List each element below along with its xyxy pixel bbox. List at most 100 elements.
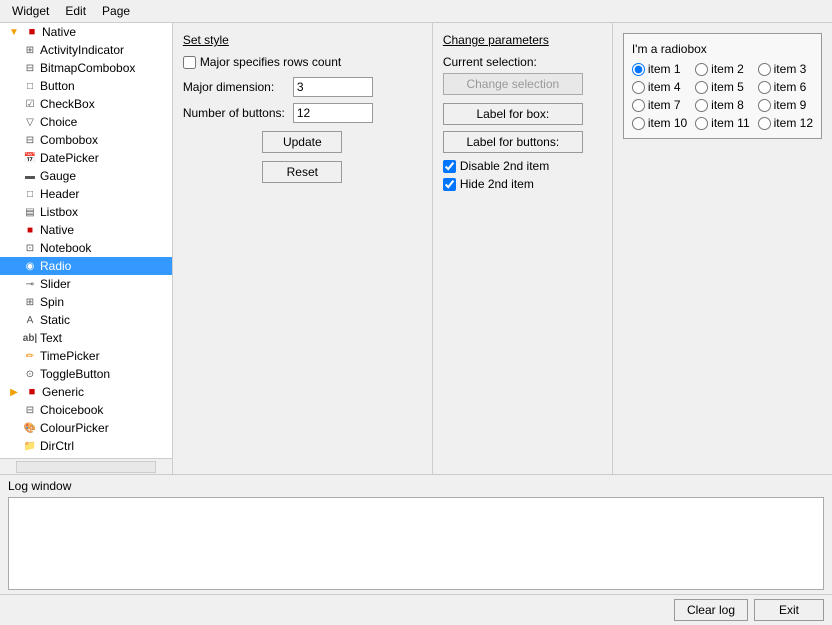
radio-label-10: item 10 [648, 116, 687, 130]
tree-item-datepicker[interactable]: 📅 DatePicker [0, 149, 172, 167]
num-buttons-input[interactable] [293, 103, 373, 123]
radio-item-1: item 1 [632, 62, 687, 76]
tree-item-radio[interactable]: ◉ Radio [0, 257, 172, 275]
tree-item-native-root[interactable]: ▼ ■ Native [0, 23, 172, 41]
menu-edit[interactable]: Edit [57, 2, 94, 20]
tree-scroll[interactable]: ▼ ■ Native ⊞ ActivityIndicator ⊟ BitmapC… [0, 23, 172, 458]
slider-icon: ⊸ [22, 276, 38, 292]
radio-input-4[interactable] [632, 81, 645, 94]
tree-item-generic-root[interactable]: ▶ ■ Generic [0, 383, 172, 401]
radio-item-4: item 4 [632, 80, 687, 94]
major-checkbox[interactable] [183, 56, 196, 69]
timepicker-icon: ✏ [22, 348, 38, 364]
change-selection-button[interactable]: Change selection [443, 73, 583, 95]
choice-icon: ▽ [22, 114, 38, 130]
static-icon: A [22, 312, 38, 328]
tree-item-native[interactable]: ■ Native [0, 221, 172, 239]
tree-item-text[interactable]: ab| Text [0, 329, 172, 347]
radio-item-6: item 6 [758, 80, 813, 94]
listbox-icon: ▤ [22, 204, 38, 220]
top-area: ▼ ■ Native ⊞ ActivityIndicator ⊟ BitmapC… [0, 23, 832, 474]
num-buttons-row: Number of buttons: [183, 103, 422, 123]
tree-item-activityindicator[interactable]: ⊞ ActivityIndicator [0, 41, 172, 59]
major-checkbox-row: Major specifies rows count [183, 55, 422, 69]
radio-input-7[interactable] [632, 99, 645, 112]
tree-item-notebook[interactable]: ⊡ Notebook [0, 239, 172, 257]
tree-item-combobox[interactable]: ⊟ Combobox [0, 131, 172, 149]
radio-input-12[interactable] [758, 117, 771, 130]
tree-item-togglebutton[interactable]: ⊙ ToggleButton [0, 365, 172, 383]
radio-input-9[interactable] [758, 99, 771, 112]
radio-label-11: item 11 [711, 116, 749, 130]
menubar: Widget Edit Page [0, 0, 832, 23]
radio-input-5[interactable] [695, 81, 708, 94]
tree-item-button[interactable]: □ Button [0, 77, 172, 95]
reset-button[interactable]: Reset [262, 161, 342, 183]
label-for-box-button[interactable]: Label for box: [443, 103, 583, 125]
update-button[interactable]: Update [262, 131, 342, 153]
combobox-label: Combobox [40, 133, 98, 147]
radio-icon: ◉ [22, 258, 38, 274]
disable-row: Disable 2nd item [443, 159, 602, 173]
tree-item-timepicker[interactable]: ✏ TimePicker [0, 347, 172, 365]
radiobox-title: I'm a radiobox [632, 42, 813, 56]
log-title: Log window [8, 479, 824, 493]
change-panel-title: Change parameters [443, 33, 602, 47]
tree-item-dirctrl[interactable]: 📁 DirCtrl [0, 437, 172, 455]
tree-item-static[interactable]: A Static [0, 311, 172, 329]
radio-input-11[interactable] [695, 117, 708, 130]
tree-item-header[interactable]: □ Header [0, 185, 172, 203]
tree-item-gauge[interactable]: ▬ Gauge [0, 167, 172, 185]
radio-input-2[interactable] [695, 63, 708, 76]
tree-item-choicebook[interactable]: ⊟ Choicebook [0, 401, 172, 419]
radio-input-1[interactable] [632, 63, 645, 76]
tree-item-spin[interactable]: ⊞ Spin [0, 293, 172, 311]
notebook-label: Notebook [40, 241, 91, 255]
generic-root-icon: ▶ [6, 384, 22, 400]
disable-checkbox[interactable] [443, 160, 456, 173]
main-container: ▼ ■ Native ⊞ ActivityIndicator ⊟ BitmapC… [0, 23, 832, 625]
spin-icon: ⊞ [22, 294, 38, 310]
tree-item-slider[interactable]: ⊸ Slider [0, 275, 172, 293]
generic-root-label: Generic [42, 385, 84, 399]
radio-label-7: item 7 [648, 98, 681, 112]
current-selection-label: Current selection: [443, 55, 602, 69]
radiobox-border: I'm a radiobox item 1 item 2 item 3 [623, 33, 822, 139]
native-root-icon: ▼ [6, 24, 22, 40]
radio-grid: item 1 item 2 item 3 item 4 [632, 62, 813, 130]
tree-item-bitmapcombobox[interactable]: ⊟ BitmapCombobox [0, 59, 172, 77]
hide-checkbox[interactable] [443, 178, 456, 191]
radio-label-8: item 8 [711, 98, 744, 112]
major-dimension-input[interactable] [293, 77, 373, 97]
choicebook-icon: ⊟ [22, 402, 38, 418]
tree-item-choice[interactable]: ▽ Choice [0, 113, 172, 131]
menu-widget[interactable]: Widget [4, 2, 57, 20]
exit-button[interactable]: Exit [754, 599, 824, 621]
radio-item-10: item 10 [632, 116, 687, 130]
menu-page[interactable]: Page [94, 2, 138, 20]
text-icon: ab| [22, 330, 38, 346]
native-icon: ■ [22, 222, 38, 238]
radio-input-10[interactable] [632, 117, 645, 130]
dirctrl-icon: 📁 [22, 438, 38, 454]
button-icon: □ [22, 78, 38, 94]
radio-label-5: item 5 [711, 80, 744, 94]
radio-input-3[interactable] [758, 63, 771, 76]
radio-input-6[interactable] [758, 81, 771, 94]
major-dimension-label: Major dimension: [183, 80, 293, 94]
togglebutton-icon: ⊙ [22, 366, 38, 382]
log-content [8, 497, 824, 590]
activityindicator-label: ActivityIndicator [40, 43, 124, 57]
radio-input-8[interactable] [695, 99, 708, 112]
tree-item-listbox[interactable]: ▤ Listbox [0, 203, 172, 221]
label-for-buttons-button[interactable]: Label for buttons: [443, 131, 583, 153]
tree-item-checkbox[interactable]: ☑ CheckBox [0, 95, 172, 113]
style-panel-title: Set style [183, 33, 422, 47]
tree-hscrollbar[interactable] [0, 458, 172, 474]
combobox-icon: ⊟ [22, 132, 38, 148]
tree-item-colourpicker[interactable]: 🎨 ColourPicker [0, 419, 172, 437]
right-area: Set style Major specifies rows count Maj… [173, 23, 832, 474]
native-root-label: Native [42, 25, 76, 39]
clear-log-button[interactable]: Clear log [674, 599, 748, 621]
radio-label-4: item 4 [648, 80, 681, 94]
